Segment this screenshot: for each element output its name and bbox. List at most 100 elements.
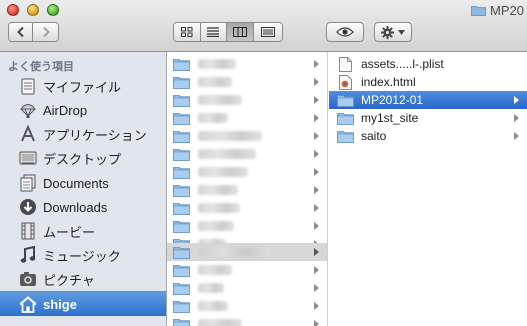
- sidebar-item-desktop[interactable]: デスクトップ: [0, 146, 166, 170]
- list-item[interactable]: [167, 109, 327, 127]
- column-view-icon: [232, 27, 247, 37]
- folder-icon: [173, 318, 190, 326]
- sidebar-item-home[interactable]: shige: [0, 291, 166, 316]
- folder-icon: [173, 130, 190, 143]
- list-item[interactable]: [167, 127, 327, 145]
- chevron-down-icon: [398, 29, 405, 35]
- gear-icon: [381, 25, 394, 39]
- forward-button[interactable]: [33, 23, 58, 41]
- window-title-text: MP20: [490, 2, 524, 18]
- movies-icon: [18, 222, 38, 240]
- list-item[interactable]: [167, 199, 327, 217]
- list-item-folder-selected[interactable]: MP2012-01: [329, 91, 527, 109]
- disclosure-arrow-icon: [314, 186, 319, 194]
- sidebar-item-all-my-files[interactable]: マイファイル: [0, 74, 166, 98]
- redacted-name: [198, 185, 238, 195]
- disclosure-arrow-icon: [514, 96, 519, 104]
- list-item[interactable]: [167, 55, 327, 73]
- disclosure-arrow-icon: [314, 78, 319, 86]
- finder-column-2[interactable]: assets.....l-.plist index.html MP2012-01…: [329, 52, 527, 326]
- quick-look-button[interactable]: [326, 22, 364, 42]
- coverflow-view-button[interactable]: [253, 23, 282, 41]
- list-item-folder[interactable]: my1st_site: [329, 109, 527, 127]
- disclosure-arrow-icon: [314, 114, 319, 122]
- window-toolbar: MP20: [0, 0, 527, 52]
- sidebar-item-label: デスクトップ: [43, 151, 122, 167]
- list-item[interactable]: [167, 145, 327, 163]
- list-item[interactable]: [167, 297, 327, 315]
- sidebar-item-music[interactable]: ミュージック: [0, 243, 166, 267]
- list-item[interactable]: [167, 279, 327, 297]
- disclosure-arrow-icon: [514, 114, 519, 122]
- pictures-icon: [18, 270, 38, 288]
- sidebar-item-downloads[interactable]: Downloads: [0, 195, 166, 219]
- folder-icon: [173, 184, 190, 197]
- sidebar-item-label: アプリケーション: [43, 127, 147, 143]
- folder-icon: [173, 202, 190, 215]
- list-item[interactable]: [167, 91, 327, 109]
- disclosure-arrow-icon: [314, 248, 319, 256]
- list-item-file[interactable]: index.html: [329, 73, 527, 91]
- list-item-folder[interactable]: saito: [329, 127, 527, 145]
- zoom-window-button[interactable]: [47, 4, 59, 16]
- minimize-window-button[interactable]: [27, 4, 39, 16]
- sidebar-item-label: ミュージック: [43, 248, 121, 264]
- folder-icon: [173, 220, 190, 233]
- document-icon: [339, 56, 352, 72]
- redacted-name: [198, 95, 242, 105]
- back-button[interactable]: [9, 23, 34, 41]
- sidebar-item-label: AirDrop: [43, 102, 88, 118]
- list-item[interactable]: [167, 73, 327, 91]
- sidebar-item-documents[interactable]: Documents: [0, 171, 166, 195]
- disclosure-arrow-icon: [314, 150, 319, 158]
- disclosure-arrow-icon: [314, 320, 319, 326]
- folder-name: saito: [361, 129, 387, 143]
- sidebar-item-label: ムービー: [43, 224, 96, 240]
- disclosure-arrow-icon: [314, 204, 319, 212]
- desktop-icon: [18, 149, 38, 167]
- redacted-name: [198, 77, 232, 87]
- action-menu-button[interactable]: [374, 22, 412, 42]
- list-view-button[interactable]: [200, 23, 228, 41]
- redacted-name: [198, 167, 248, 177]
- list-item[interactable]: [167, 181, 327, 199]
- folder-icon: [173, 94, 190, 107]
- list-item[interactable]: [167, 217, 327, 235]
- disclosure-arrow-icon: [314, 266, 319, 274]
- sidebar-section-header: よく使う項目: [8, 61, 74, 73]
- folder-icon: [173, 300, 190, 313]
- disclosure-arrow-icon: [314, 302, 319, 310]
- icon-view-button[interactable]: [174, 23, 201, 41]
- redacted-name: [198, 265, 232, 275]
- folder-icon: [173, 282, 190, 295]
- folder-icon: [173, 148, 190, 161]
- disclosure-arrow-icon: [314, 96, 319, 104]
- icon-view-icon: [180, 27, 193, 37]
- applications-icon: [18, 125, 38, 143]
- sidebar-item-airdrop[interactable]: AirDrop: [0, 98, 166, 122]
- sidebar: よく使う項目 マイファイル AirDrop アプリケーション デスクトップ Do…: [0, 52, 167, 326]
- list-view-icon: [207, 27, 220, 37]
- redacted-name: [198, 221, 234, 231]
- sidebar-item-pictures[interactable]: ピクチャ: [0, 267, 166, 291]
- airdrop-icon: [18, 101, 38, 119]
- close-window-button[interactable]: [7, 4, 19, 16]
- redacted-name: [198, 283, 224, 293]
- documents-icon: [18, 174, 38, 192]
- window-title: MP20: [471, 1, 524, 19]
- finder-column-1[interactable]: [167, 52, 328, 326]
- list-item[interactable]: [167, 315, 327, 326]
- list-item-highlighted[interactable]: [167, 243, 327, 261]
- sidebar-item-applications[interactable]: アプリケーション: [0, 122, 166, 146]
- folder-icon: [471, 5, 486, 16]
- sidebar-item-movies[interactable]: ムービー: [0, 219, 166, 243]
- list-item[interactable]: [167, 261, 327, 279]
- column-view-button[interactable]: [227, 23, 254, 41]
- back-forward-control: [8, 22, 59, 42]
- disclosure-arrow-icon: [314, 60, 319, 68]
- list-item[interactable]: [167, 163, 327, 181]
- sidebar-item-label: Documents: [43, 175, 109, 191]
- folder-icon: [173, 76, 190, 89]
- list-item-file[interactable]: assets.....l-.plist: [329, 55, 527, 73]
- disclosure-arrow-icon: [314, 168, 319, 176]
